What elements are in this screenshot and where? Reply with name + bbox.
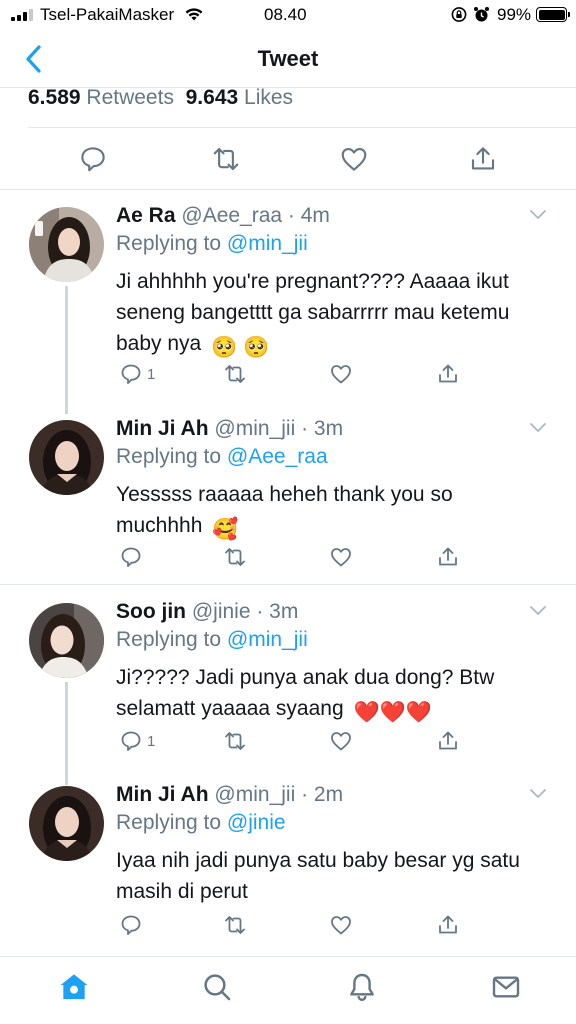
chevron-down-icon[interactable] <box>528 208 548 222</box>
reply-action-bar <box>0 913 576 947</box>
retweet-icon[interactable] <box>223 729 247 753</box>
display-name[interactable]: Min Ji Ah <box>116 783 209 806</box>
reply-action-bar: 1 <box>0 362 576 396</box>
mention-link[interactable]: @min_jii <box>227 628 308 651</box>
retweets-label[interactable]: Retweets <box>86 86 174 109</box>
reply-icon[interactable] <box>78 144 108 174</box>
reply-tweet[interactable]: Soo jin @jinie · 3m Replying to @min_jii… <box>0 586 576 785</box>
replying-to: Replying to @jinie <box>116 811 286 835</box>
share-icon[interactable] <box>436 913 460 937</box>
reply-icon[interactable] <box>119 913 143 937</box>
reply-header: Min Ji Ah @min_jii · 3m <box>116 417 343 441</box>
reply-button[interactable]: 1 <box>119 729 155 753</box>
bell-icon[interactable] <box>346 971 378 1003</box>
retweet-icon[interactable] <box>211 144 241 174</box>
clock: 08.40 <box>264 5 307 24</box>
reply-text-block: Ji????? Jadi punya anak dua dong? Btw se… <box>116 662 536 728</box>
reply-tweet[interactable]: Min Ji Ah @min_jii · 2m Replying to @jin… <box>0 769 576 951</box>
mail-icon[interactable] <box>490 971 522 1003</box>
reply-text-block: Yesssss raaaaa heheh thank you so muchhh… <box>116 479 496 545</box>
replying-to: Replying to @min_jii <box>116 232 308 256</box>
share-icon[interactable] <box>468 144 498 174</box>
reply-text: Iyaa nih jadi punya satu baby besar yg s… <box>116 849 520 903</box>
emoji-pleading-faces: 🥺 🥺 <box>211 336 270 359</box>
like-heart-icon[interactable] <box>329 729 353 753</box>
search-icon[interactable] <box>201 971 233 1003</box>
tweet-stats: 6.589 Retweets 9.643 Likes <box>28 86 293 110</box>
reply-button[interactable]: 1 <box>119 362 155 386</box>
reply-header: Soo jin @jinie · 3m <box>116 600 298 624</box>
nav-header: Tweet <box>0 30 576 88</box>
bottom-tab-bar <box>0 956 576 1024</box>
likes-label[interactable]: Likes <box>244 86 293 109</box>
like-heart-icon[interactable] <box>339 144 369 174</box>
reply-icon <box>121 364 141 384</box>
share-icon[interactable] <box>436 729 460 753</box>
replying-prefix: Replying to <box>116 445 222 468</box>
reply-header: Ae Ra @Aee_raa · 4m <box>116 204 330 228</box>
reply-count: 1 <box>147 732 156 750</box>
like-heart-icon[interactable] <box>329 913 353 937</box>
reply-icon[interactable] <box>119 545 143 569</box>
reply-text-block: Iyaa nih jadi punya satu baby besar yg s… <box>116 845 566 907</box>
reply-tweet[interactable]: Min Ji Ah @min_jii · 3m Replying to @Aee… <box>0 403 576 583</box>
handle-time: @jinie · 3m <box>191 600 299 623</box>
emoji-smiling-face-with-hearts: 🥰 <box>212 518 239 541</box>
handle-time: @min_jii · 2m <box>214 783 344 806</box>
avatar[interactable] <box>29 420 104 495</box>
battery-percentage: 99% <box>497 5 532 24</box>
reply-divider <box>0 584 576 585</box>
reply-action-bar: 1 <box>0 729 576 763</box>
chevron-down-icon[interactable] <box>528 604 548 618</box>
reply-text: Ji ahhhhh you're pregnant???? Aaaaa ikut… <box>116 270 510 355</box>
rotation-lock-icon <box>451 7 467 22</box>
handle-time: @Aee_raa · 4m <box>181 204 330 227</box>
likes-count[interactable]: 9.643 <box>186 86 239 109</box>
alarm-icon <box>474 7 489 22</box>
tweet-action-bar <box>0 128 576 190</box>
carrier-name: Tsel-PakaiMasker <box>40 5 175 24</box>
avatar[interactable] <box>29 603 104 678</box>
handle-time: @min_jii · 3m <box>214 417 344 440</box>
wifi-icon <box>185 8 203 21</box>
home-icon[interactable] <box>58 971 90 1003</box>
chevron-down-icon[interactable] <box>528 421 548 435</box>
replying-to: Replying to @Aee_raa <box>116 445 328 469</box>
mention-link[interactable]: @min_jii <box>227 232 308 255</box>
share-icon[interactable] <box>436 362 460 386</box>
mention-link[interactable]: @jinie <box>227 811 286 834</box>
chevron-down-icon[interactable] <box>528 787 548 801</box>
reply-text: Yesssss raaaaa heheh thank you so muchhh… <box>116 483 453 537</box>
replying-to: Replying to @min_jii <box>116 628 308 652</box>
display-name[interactable]: Min Ji Ah <box>116 417 209 440</box>
battery-icon <box>536 7 570 22</box>
reply-count: 1 <box>147 365 156 383</box>
reply-tweet[interactable]: Ae Ra @Aee_raa · 4m Replying to @min_jii… <box>0 190 576 414</box>
reply-header: Min Ji Ah @min_jii · 2m <box>116 783 343 807</box>
display-name[interactable]: Soo jin <box>116 600 186 623</box>
avatar[interactable] <box>29 207 104 282</box>
retweet-icon[interactable] <box>223 913 247 937</box>
like-heart-icon[interactable] <box>329 362 353 386</box>
like-heart-icon[interactable] <box>329 545 353 569</box>
retweet-icon[interactable] <box>223 362 247 386</box>
display-name[interactable]: Ae Ra <box>116 204 176 227</box>
replying-prefix: Replying to <box>116 628 222 651</box>
retweets-count[interactable]: 6.589 <box>28 86 81 109</box>
reply-text-block: Ji ahhhhh you're pregnant???? Aaaaa ikut… <box>116 266 556 363</box>
avatar[interactable] <box>29 786 104 861</box>
reply-icon <box>121 731 141 751</box>
status-bar: Tsel-PakaiMasker 08.40 99% <box>0 0 576 30</box>
page-title: Tweet <box>257 46 319 71</box>
retweet-icon[interactable] <box>223 545 247 569</box>
emoji-red-hearts: ❤️❤️❤️ <box>353 701 432 724</box>
replying-prefix: Replying to <box>116 232 222 255</box>
reply-action-bar <box>0 545 576 579</box>
replying-prefix: Replying to <box>116 811 222 834</box>
reply-text: Ji????? Jadi punya anak dua dong? Btw se… <box>116 666 495 720</box>
signal-strength-icon <box>11 9 33 21</box>
mention-link[interactable]: @Aee_raa <box>227 445 328 468</box>
share-icon[interactable] <box>436 545 460 569</box>
